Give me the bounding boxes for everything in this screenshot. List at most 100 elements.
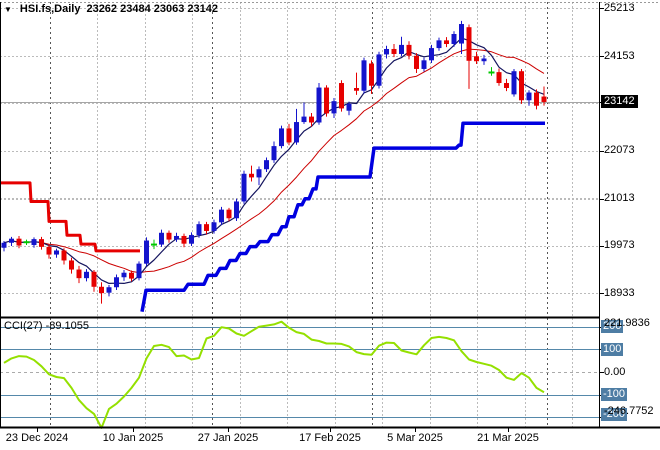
candle xyxy=(234,201,239,218)
candle xyxy=(212,222,217,231)
candle xyxy=(129,273,134,279)
candle xyxy=(347,104,352,111)
candle xyxy=(77,270,82,279)
candle xyxy=(257,169,262,177)
candle xyxy=(339,83,344,108)
candle xyxy=(429,48,434,60)
candle xyxy=(84,272,89,278)
candle xyxy=(407,45,412,56)
candle xyxy=(369,64,374,86)
date-tick-label: 5 Mar 2025 xyxy=(387,432,443,445)
candle xyxy=(504,83,509,88)
candle xyxy=(294,122,299,142)
candle xyxy=(362,60,367,90)
candle xyxy=(444,40,449,44)
candle xyxy=(332,101,337,113)
candle xyxy=(482,59,487,62)
indicator-value: -89.1055 xyxy=(46,320,89,332)
indicator-label: CCI(27) -89.1055 xyxy=(4,320,89,332)
candle xyxy=(459,24,464,44)
candle xyxy=(204,224,209,231)
candle xyxy=(317,88,322,123)
candle xyxy=(182,236,187,244)
candle xyxy=(2,243,7,248)
date-tick-label: 17 Feb 2025 xyxy=(299,432,361,445)
candle xyxy=(264,160,269,169)
price-tick-label: 21013 xyxy=(604,192,635,205)
doji-candle xyxy=(24,241,30,243)
candle xyxy=(324,88,329,114)
candle xyxy=(287,128,292,142)
cci-max-label: 221.9836 xyxy=(604,317,650,330)
candle xyxy=(377,54,382,85)
candle xyxy=(384,49,389,54)
candle xyxy=(189,235,194,244)
candle xyxy=(69,260,74,269)
candlesticks xyxy=(2,21,547,304)
candle xyxy=(9,239,14,243)
cci-indicator-line xyxy=(4,322,544,428)
candle xyxy=(519,71,524,100)
current-price-label: 23142 xyxy=(601,95,638,108)
candle xyxy=(167,233,172,240)
price-tick-label: 19973 xyxy=(604,239,635,252)
doji-candle xyxy=(489,71,495,73)
candle xyxy=(92,272,97,287)
candle xyxy=(249,174,254,178)
doji-candle xyxy=(151,244,157,246)
candle xyxy=(39,239,44,247)
candle xyxy=(354,88,359,91)
cci-min-label: -246.7752 xyxy=(604,405,654,418)
candle xyxy=(137,264,142,279)
candle xyxy=(527,93,532,101)
date-tick-label: 21 Mar 2025 xyxy=(477,432,539,445)
candle xyxy=(542,97,547,102)
candle xyxy=(279,128,284,146)
chart-title: ▼ HSI.fs,Daily 23262 23484 23063 23142 xyxy=(4,3,218,15)
candle xyxy=(227,210,232,219)
candle xyxy=(497,72,502,83)
price-tick-label: 25213 xyxy=(604,2,635,15)
date-tick-label: 10 Jan 2025 xyxy=(103,432,164,445)
candle xyxy=(242,174,247,202)
candle xyxy=(47,247,52,255)
symbol-timeframe-label: HSI.fs,Daily xyxy=(20,3,81,15)
price-tick-label: 22073 xyxy=(604,144,635,157)
candle xyxy=(32,239,37,245)
candle xyxy=(272,146,277,160)
candle xyxy=(174,236,179,240)
panel-borders xyxy=(0,2,660,432)
candle xyxy=(159,233,164,245)
ohlc-values: 23262 23484 23063 23142 xyxy=(86,3,218,15)
candle xyxy=(392,49,397,54)
date-tick-label: 27 Jan 2025 xyxy=(198,432,259,445)
candle xyxy=(437,40,442,48)
grid-horizontal-lines xyxy=(0,9,600,294)
indicator-name: CCI(27) xyxy=(4,320,43,332)
candle xyxy=(62,250,67,260)
candle xyxy=(17,239,22,246)
candle xyxy=(219,210,224,223)
cci-level-label: 0.00 xyxy=(604,366,625,379)
candle xyxy=(309,117,314,123)
candle xyxy=(144,240,149,263)
date-tick-label: 23 Dec 2024 xyxy=(6,432,68,445)
candle xyxy=(414,56,419,69)
chart-canvas[interactable] xyxy=(0,0,660,450)
chart-dropdown-icon[interactable]: ▼ xyxy=(4,5,12,14)
candle xyxy=(534,93,539,106)
candle xyxy=(197,224,202,235)
candle xyxy=(122,273,127,278)
cci-level-label: 100 xyxy=(601,343,623,356)
candle xyxy=(399,45,404,54)
candle xyxy=(512,71,517,94)
candle xyxy=(422,60,427,69)
price-tick-label: 24153 xyxy=(604,50,635,63)
candle xyxy=(54,250,59,254)
trading-chart-window: ▼ HSI.fs,Daily 23262 23484 23063 23142 C… xyxy=(0,0,660,450)
cci-level-label: -100 xyxy=(601,388,627,401)
price-tick-label: 18933 xyxy=(604,287,635,300)
candle xyxy=(474,56,479,61)
candle xyxy=(114,277,119,287)
candle xyxy=(99,287,104,293)
